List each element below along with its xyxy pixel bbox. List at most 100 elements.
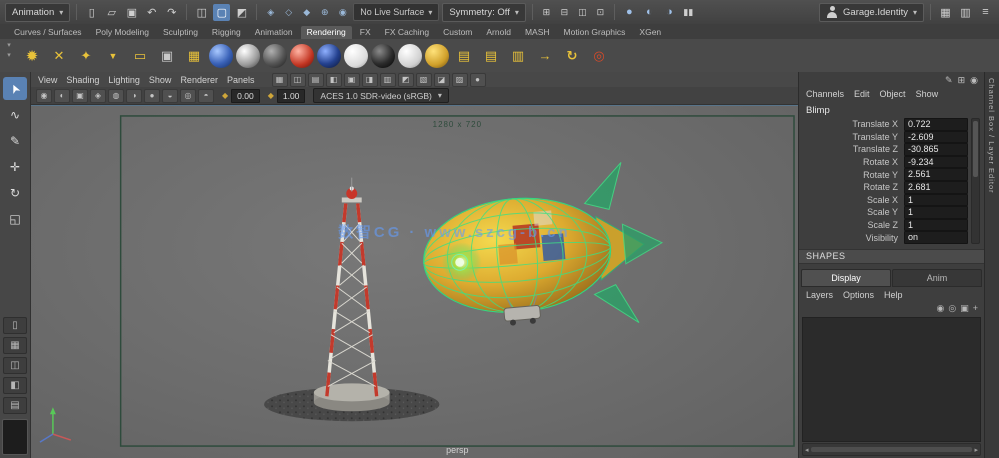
viewport-toolbar-icon[interactable]: ▤: [307, 72, 324, 87]
snap-plane-icon[interactable]: ⊕: [317, 4, 332, 21]
horizontal-scrollbar[interactable]: ◂ ▸: [802, 443, 981, 456]
gamma-value[interactable]: 1.00: [276, 88, 306, 103]
select-hierarchy-icon[interactable]: ◫: [193, 4, 210, 21]
snap-point-icon[interactable]: ◆: [299, 4, 314, 21]
redo-icon[interactable]: ↷: [163, 4, 180, 21]
panel-layout-icon[interactable]: ⊟: [557, 4, 572, 21]
viewport-toolbar-icon[interactable]: ▦: [271, 72, 288, 87]
workspace-grid-icon[interactable]: ▦: [937, 4, 954, 21]
layout-outliner-persp-button[interactable]: ▤: [3, 397, 27, 414]
channels-menu[interactable]: Channels: [806, 89, 844, 99]
area-light-icon[interactable]: ▭: [128, 44, 152, 68]
scroll-right-icon[interactable]: ▸: [974, 446, 978, 454]
viewport-toolbar-icon[interactable]: ◎: [180, 88, 196, 103]
new-layer-icon[interactable]: ▣: [960, 303, 969, 314]
panel-layout-icon[interactable]: ⊡: [593, 4, 608, 21]
layer-visibility-icon[interactable]: ◉: [937, 303, 945, 314]
save-scene-icon[interactable]: ▣: [123, 4, 140, 21]
viewport-menu-shading[interactable]: Shading: [66, 75, 99, 85]
viewport-toolbar-icon[interactable]: ◑: [126, 88, 142, 103]
help-menu[interactable]: Help: [884, 290, 903, 300]
move-tool[interactable]: ✛: [3, 155, 27, 178]
tab-display[interactable]: Display: [801, 268, 891, 287]
shelf-tab-motion-graphics[interactable]: Motion Graphics: [558, 26, 632, 39]
shelf-menu-control[interactable]: ▾ ▾: [2, 41, 16, 59]
render-frame-icon[interactable]: ◐: [641, 4, 658, 21]
shelf-tab-fx[interactable]: FX: [354, 26, 377, 39]
layer-render-icon[interactable]: ◎: [948, 303, 956, 314]
shelf-tab-rigging[interactable]: Rigging: [206, 26, 247, 39]
shelf-tab-xgen[interactable]: XGen: [633, 26, 667, 39]
select-tool[interactable]: ➤: [3, 77, 27, 100]
exposure-value[interactable]: 0.00: [231, 88, 260, 103]
sun-light-icon[interactable]: ✹: [20, 44, 44, 68]
panel-layout-icon[interactable]: ◫: [575, 4, 590, 21]
tab-anim[interactable]: Anim: [892, 268, 982, 287]
edit-menu[interactable]: Edit: [854, 89, 870, 99]
material-ball-icon[interactable]: [425, 43, 449, 68]
re-render-icon[interactable]: ↻: [560, 44, 584, 68]
channel-value-field[interactable]: 0.722: [904, 118, 968, 131]
tower-model[interactable]: [325, 177, 379, 397]
viewport-toolbar-icon[interactable]: ●: [469, 72, 486, 87]
render-slate-icon[interactable]: ▤: [452, 44, 476, 68]
camera-icon[interactable]: ▣: [155, 44, 179, 68]
channel-pin-icon[interactable]: ◉: [970, 75, 978, 86]
material-ball-icon[interactable]: [371, 43, 395, 68]
viewport-menu-view[interactable]: View: [38, 75, 57, 85]
object-name[interactable]: Blimp: [799, 101, 984, 118]
tower-base[interactable]: [313, 383, 390, 412]
shelf-tab-rendering[interactable]: Rendering: [300, 26, 352, 39]
layer-list[interactable]: [802, 316, 981, 442]
gamma-field[interactable]: ◆ 1.00: [268, 88, 306, 103]
channel-value-field[interactable]: 2.561: [904, 168, 968, 181]
shelf-tab-custom[interactable]: Custom: [437, 26, 478, 39]
viewport-menu-lighting[interactable]: Lighting: [108, 75, 140, 85]
layout-preview-thumbnail[interactable]: [2, 419, 28, 455]
channel-value-field[interactable]: 1: [904, 193, 968, 207]
channel-edit-icon[interactable]: ✎: [945, 75, 953, 86]
viewport-toolbar-icon[interactable]: ◪: [433, 72, 450, 87]
channel-scrollbar[interactable]: [971, 118, 980, 244]
env-ball-icon[interactable]: [209, 43, 233, 68]
viewport-menu-show[interactable]: Show: [149, 75, 172, 85]
shelf-tab-sculpting[interactable]: Sculpting: [157, 26, 204, 39]
viewport-toolbar-icon[interactable]: ▨: [451, 72, 468, 87]
material-ball-icon[interactable]: [263, 43, 287, 68]
menu-set-dropdown[interactable]: Animation ▾: [5, 2, 71, 22]
channel-value-field[interactable]: 1: [904, 206, 968, 219]
panel-layout-icon[interactable]: ⊞: [539, 4, 554, 21]
show-menu[interactable]: Show: [916, 89, 939, 99]
shelf-tab-curves-surfaces[interactable]: Curves / Surfaces: [8, 26, 88, 39]
channel-value-field[interactable]: -9.234: [904, 155, 968, 169]
channel-grid-icon[interactable]: ⊞: [958, 75, 966, 86]
render-target-icon[interactable]: ◎: [587, 44, 611, 68]
channel-value-field[interactable]: on: [904, 231, 968, 244]
live-surface-field[interactable]: No Live Surface ▾: [353, 3, 440, 21]
viewport-menu-renderer[interactable]: Renderer: [180, 75, 218, 85]
viewport-canvas[interactable]: 1280 x 720 数智CG · www.szcg-b.cn persp: [31, 105, 798, 458]
blimp-model[interactable]: [417, 159, 669, 340]
rotate-tool[interactable]: ↻: [3, 181, 27, 204]
pause-icon[interactable]: ▮▮: [681, 4, 696, 21]
viewport-menu-panels[interactable]: Panels: [227, 75, 255, 85]
snap-grid-icon[interactable]: ◈: [263, 4, 278, 21]
workspace-panels-icon[interactable]: ▥: [957, 4, 974, 21]
viewport-toolbar-icon[interactable]: ◓: [198, 88, 214, 103]
viewport-toolbar-icon[interactable]: ◍: [108, 88, 124, 103]
viewport-toolbar-icon[interactable]: ◨: [361, 72, 378, 87]
view-transform-dropdown[interactable]: ACES 1.0 SDR-video (sRGB) ▾: [313, 88, 449, 103]
exposure-field[interactable]: ◆ 0.00: [222, 88, 260, 103]
layout-split-horizontal-button[interactable]: ◧: [3, 377, 27, 394]
viewport-toolbar-icon[interactable]: ◈: [90, 88, 106, 103]
select-component-icon[interactable]: ◩: [233, 4, 250, 21]
material-ball-icon[interactable]: [344, 43, 368, 68]
undo-icon[interactable]: ↶: [143, 4, 160, 21]
lasso-tool[interactable]: ∿: [3, 103, 27, 126]
symmetry-dropdown[interactable]: Symmetry: Off ▾: [442, 2, 526, 22]
scale-tool[interactable]: ◱: [3, 207, 27, 230]
layout-split-vertical-button[interactable]: ◫: [3, 357, 27, 374]
spot-light-icon[interactable]: ▼: [101, 44, 125, 68]
shelf-tab-poly-modeling[interactable]: Poly Modeling: [90, 26, 155, 39]
render-view-icon[interactable]: ●: [621, 4, 638, 21]
